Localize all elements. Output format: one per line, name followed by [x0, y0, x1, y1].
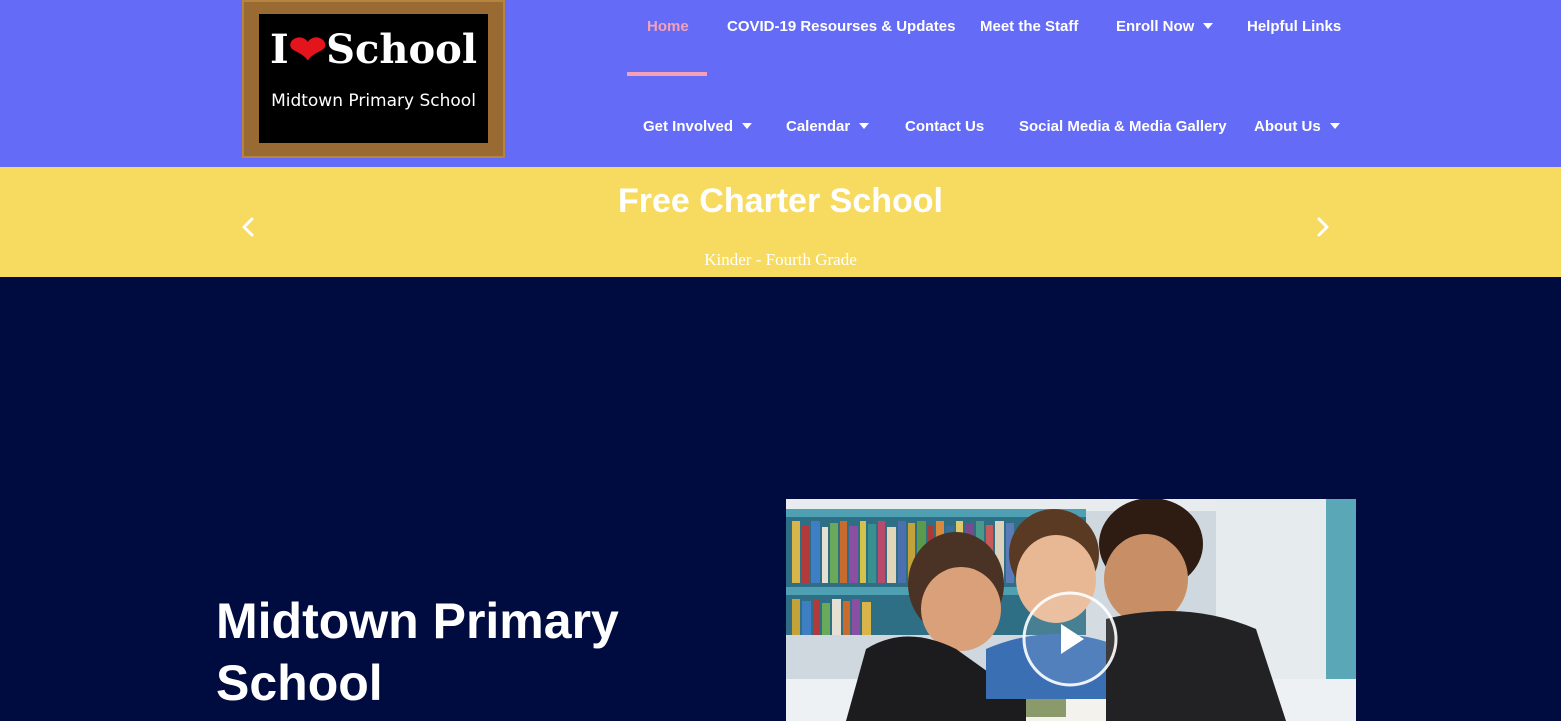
intro-video[interactable] — [786, 499, 1356, 721]
nav-get-involved-label: Get Involved — [643, 118, 734, 135]
nav-social-media[interactable]: Social Media & Media Gallery — [1019, 117, 1227, 137]
site-logo[interactable]: I❤School Midtown Primary School — [242, 0, 505, 158]
logo-title: I❤School — [259, 28, 488, 72]
nav-home[interactable]: Home — [647, 17, 689, 37]
logo-title-school: School — [326, 26, 478, 73]
nav-meet-staff-label: Meet the Staff — [980, 18, 1079, 35]
nav-meet-staff[interactable]: Meet the Staff — [980, 17, 1078, 37]
nav-calendar-label: Calendar — [786, 118, 851, 135]
nav-covid-resources[interactable]: COVID-19 Resourses & Updates — [727, 17, 955, 37]
nav-helpful-label: Helpful Links — [1247, 18, 1342, 35]
nav-calendar[interactable]: Calendar — [786, 117, 870, 137]
slider-next-button[interactable] — [1313, 215, 1333, 239]
nav-social-label: Social Media & Media Gallery — [1019, 118, 1227, 135]
slider-subtitle: Kinder - Fourth Grade — [704, 250, 857, 269]
caret-down-icon — [742, 123, 753, 130]
nav-covid-label: COVID-19 Resourses & Updates — [727, 18, 956, 35]
caret-down-icon — [1329, 123, 1340, 130]
nav-enroll-label: Enroll Now — [1116, 18, 1195, 35]
active-nav-indicator — [627, 72, 707, 76]
nav-enroll-now[interactable]: Enroll Now — [1116, 17, 1214, 37]
hero-heading: Midtown Primary School — [216, 593, 619, 711]
hero-slider: Free Charter School Kinder - Fourth Grad… — [0, 167, 1561, 277]
nav-helpful-links[interactable]: Helpful Links — [1247, 17, 1341, 37]
caret-down-icon — [859, 123, 870, 130]
nav-contact-label: Contact Us — [905, 118, 985, 135]
video-thumbnail — [786, 499, 1356, 721]
chevron-right-icon — [1317, 217, 1329, 237]
logo-title-i: I — [269, 26, 289, 73]
nav-get-involved[interactable]: Get Involved — [643, 117, 753, 137]
nav-about-label: About Us — [1254, 118, 1321, 135]
nav-home-label: Home — [647, 18, 689, 35]
nav-about-us[interactable]: About Us — [1254, 117, 1340, 137]
site-header: I❤School Midtown Primary School Home COV… — [0, 0, 1561, 167]
logo-subtitle: Midtown Primary School — [271, 91, 476, 111]
caret-down-icon — [1203, 23, 1214, 30]
nav-contact-us[interactable]: Contact Us — [905, 117, 984, 137]
logo-chalkboard: I❤School Midtown Primary School — [259, 14, 488, 143]
heart-icon: ❤ — [288, 27, 327, 72]
